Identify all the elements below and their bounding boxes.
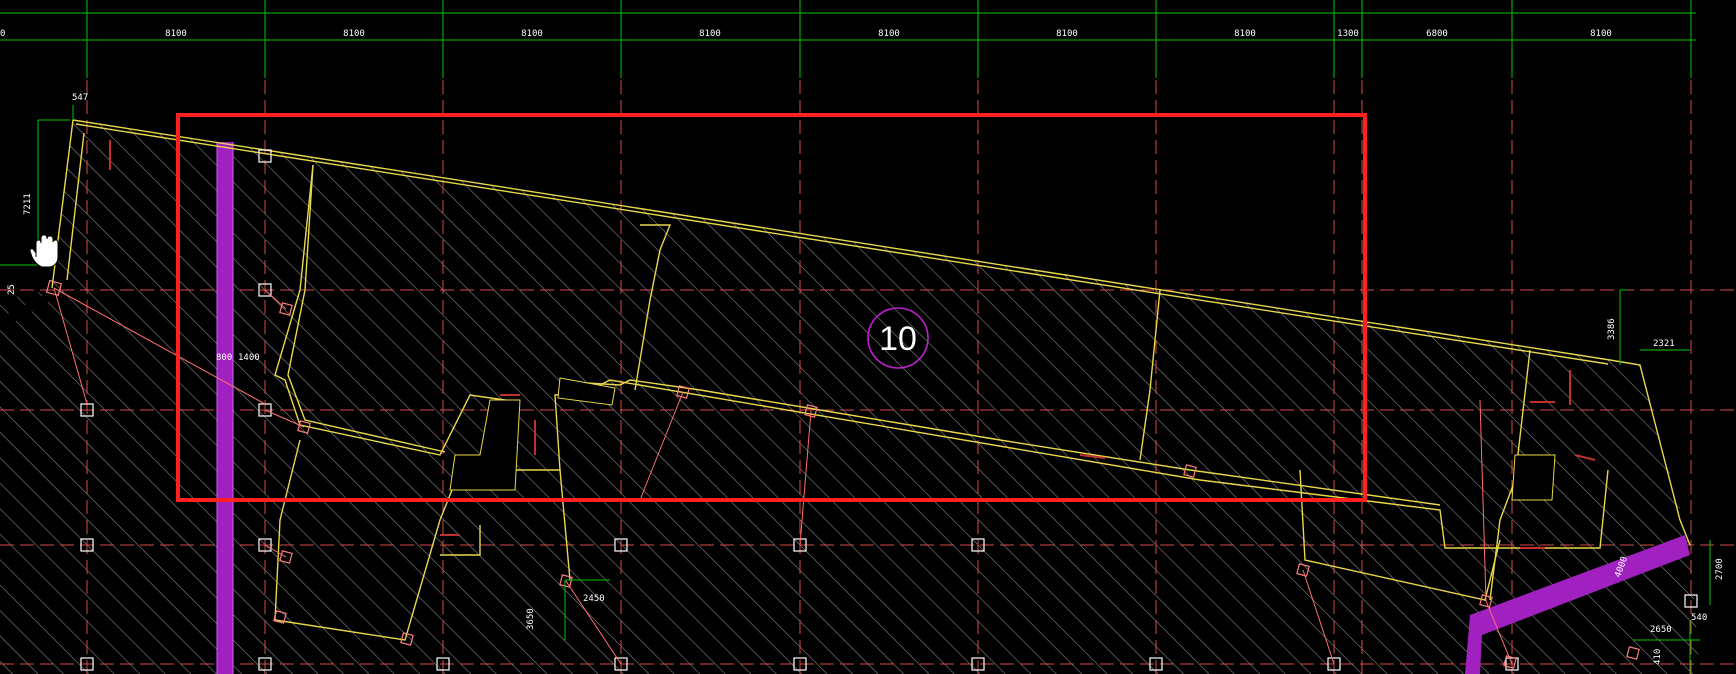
beam-vertical bbox=[217, 142, 233, 674]
opening-3 bbox=[1511, 454, 1556, 501]
label-3386: 3386 bbox=[1607, 318, 1617, 340]
top-dimension-labels: 0 8100 8100 8100 8100 8100 8100 8100 130… bbox=[0, 29, 1612, 39]
label-7211: 7211 bbox=[23, 193, 33, 215]
dim-label-2: 8100 bbox=[343, 29, 365, 39]
label-2650: 2650 bbox=[1650, 625, 1672, 635]
label-3650: 3650 bbox=[526, 608, 536, 630]
dim-label-9: 6800 bbox=[1426, 29, 1448, 39]
label-540: 540 bbox=[1691, 613, 1707, 623]
cad-drawing-canvas[interactable]: 0 8100 8100 8100 8100 8100 8100 8100 130… bbox=[0, 0, 1736, 674]
dim-label-0: 0 bbox=[0, 29, 5, 39]
dim-label-6: 8100 bbox=[1056, 29, 1078, 39]
label-2450: 2450 bbox=[583, 594, 605, 604]
dim-label-5: 8100 bbox=[878, 29, 900, 39]
dim-label-3: 8100 bbox=[521, 29, 543, 39]
dim-label-8: 1300 bbox=[1337, 29, 1359, 39]
label-547: 547 bbox=[72, 93, 88, 103]
dim-label-1: 8100 bbox=[165, 29, 187, 39]
label-1400: 1400 bbox=[238, 353, 260, 363]
top-dimension-lines bbox=[0, 0, 1696, 78]
label-2700: 2700 bbox=[1715, 558, 1725, 580]
hand-cursor-icon bbox=[29, 234, 59, 268]
dim-label-7: 8100 bbox=[1234, 29, 1256, 39]
label-410: 410 bbox=[1653, 649, 1663, 665]
label-800: 800 bbox=[216, 353, 232, 363]
zone-number: 10 bbox=[879, 320, 917, 358]
dim-label-4: 8100 bbox=[699, 29, 721, 39]
dim-label-10: 8100 bbox=[1590, 29, 1612, 39]
label-25: 25 bbox=[7, 284, 17, 295]
label-2321: 2321 bbox=[1653, 339, 1675, 349]
